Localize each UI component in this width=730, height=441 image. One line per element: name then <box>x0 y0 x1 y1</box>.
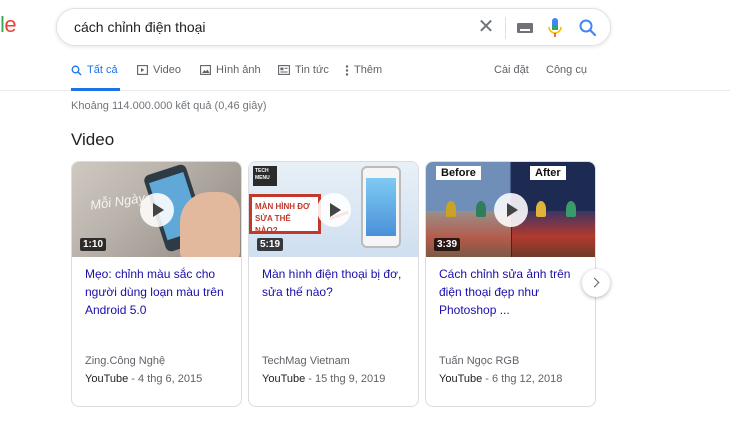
thumb-after-label: After <box>530 166 566 180</box>
play-icon[interactable] <box>317 193 351 227</box>
tab-label: Tin tức <box>295 64 329 76</box>
thumb-dome <box>566 201 576 217</box>
tab-label: Thêm <box>354 64 383 76</box>
microphone-icon[interactable] <box>547 16 563 40</box>
video-platform: YouTube <box>85 373 129 385</box>
video-source: TechMag Vietnam <box>262 355 350 367</box>
search-input[interactable]: cách chỉnh điện thoại <box>74 19 206 35</box>
tab-more[interactable]: Thêm <box>345 64 382 76</box>
thumb-before-label: Before <box>436 166 481 180</box>
video-platform: YouTube <box>262 373 306 385</box>
settings-link[interactable]: Cài đặt <box>494 64 529 76</box>
video-title-link[interactable]: Màn hình điện thoại bị đơ, sửa thế nào? <box>262 265 405 337</box>
thumb-hand <box>180 192 240 257</box>
news-icon <box>278 65 290 75</box>
video-card[interactable]: Before After 3:39 Cách chỉnh sửa ảnh trê… <box>425 161 596 407</box>
video-date: 6 thg 12, 2018 <box>492 373 563 385</box>
video-icon <box>137 65 148 75</box>
search-box[interactable]: cách chỉnh điện thoại ✕ <box>56 8 611 46</box>
play-icon[interactable] <box>494 193 528 227</box>
thumb-dome <box>476 201 486 217</box>
thumb-watermark: Mỗi Ngày <box>89 190 146 213</box>
video-thumbnail[interactable]: TECH MENU MÀN HÌNH ĐƠ SỬA THẾ NÀO? 5:19 <box>249 162 418 257</box>
result-stats: Khoảng 114.000.000 kết quả (0,46 giây) <box>71 100 267 112</box>
tools-link[interactable]: Công cụ <box>546 64 587 76</box>
thumb-badge: TECH MENU <box>253 166 277 186</box>
video-duration: 3:39 <box>434 238 461 251</box>
video-duration: 5:19 <box>257 238 284 251</box>
video-source: Tuấn Ngọc RGB <box>439 355 520 367</box>
play-icon[interactable] <box>140 193 174 227</box>
video-meta: YouTube - 4 thg 6, 2015 <box>85 373 203 385</box>
keyboard-icon[interactable] <box>517 23 533 33</box>
video-section-title: Video <box>71 130 115 149</box>
search-tabs: Tất cả Video Hình ảnh Tin tức Thêm Cài đ… <box>0 58 730 91</box>
video-thumbnail[interactable]: Before After 3:39 <box>426 162 595 257</box>
tab-label: Hình ảnh <box>216 64 261 76</box>
tab-label: Video <box>153 64 181 76</box>
tab-all[interactable]: Tất cả <box>71 64 120 91</box>
clear-search-icon[interactable]: ✕ <box>475 15 497 39</box>
video-date: 15 thg 9, 2019 <box>315 373 386 385</box>
image-icon <box>200 65 211 75</box>
video-title-link[interactable]: Cách chỉnh sửa ảnh trên điện thoại đẹp n… <box>439 265 582 337</box>
tab-news[interactable]: Tin tức <box>278 64 329 76</box>
search-icon <box>71 65 82 75</box>
video-date: 4 thg 6, 2015 <box>138 373 203 385</box>
tab-video[interactable]: Video <box>137 64 181 76</box>
video-card[interactable]: Mỗi Ngày 1:10 Mẹo: chỉnh màu sắc cho ngư… <box>71 161 242 407</box>
video-source: Zing.Công Nghệ <box>85 355 166 367</box>
video-platform: YouTube <box>439 373 483 385</box>
video-meta: YouTube - 6 thg 12, 2018 <box>439 373 563 385</box>
carousel-next-button[interactable] <box>582 269 610 297</box>
tab-label: Tất cả <box>87 64 118 76</box>
thumb-phone <box>361 166 401 248</box>
search-divider <box>505 17 506 39</box>
video-meta: YouTube - 15 thg 9, 2019 <box>262 373 386 385</box>
thumb-dome <box>536 201 546 217</box>
more-vert-icon <box>345 64 349 76</box>
video-card[interactable]: TECH MENU MÀN HÌNH ĐƠ SỬA THẾ NÀO? 5:19 … <box>248 161 419 407</box>
video-duration: 1:10 <box>80 238 107 251</box>
thumb-dome <box>446 201 456 217</box>
video-title-link[interactable]: Mẹo: chỉnh màu sắc cho người dùng loạn m… <box>85 265 228 337</box>
tab-images[interactable]: Hình ảnh <box>200 64 261 76</box>
google-logo[interactable]: le <box>0 12 17 38</box>
video-thumbnail[interactable]: Mỗi Ngày 1:10 <box>72 162 241 257</box>
search-icon[interactable] <box>577 17 599 39</box>
thumb-banner: MÀN HÌNH ĐƠ SỬA THẾ NÀO? <box>249 194 321 235</box>
